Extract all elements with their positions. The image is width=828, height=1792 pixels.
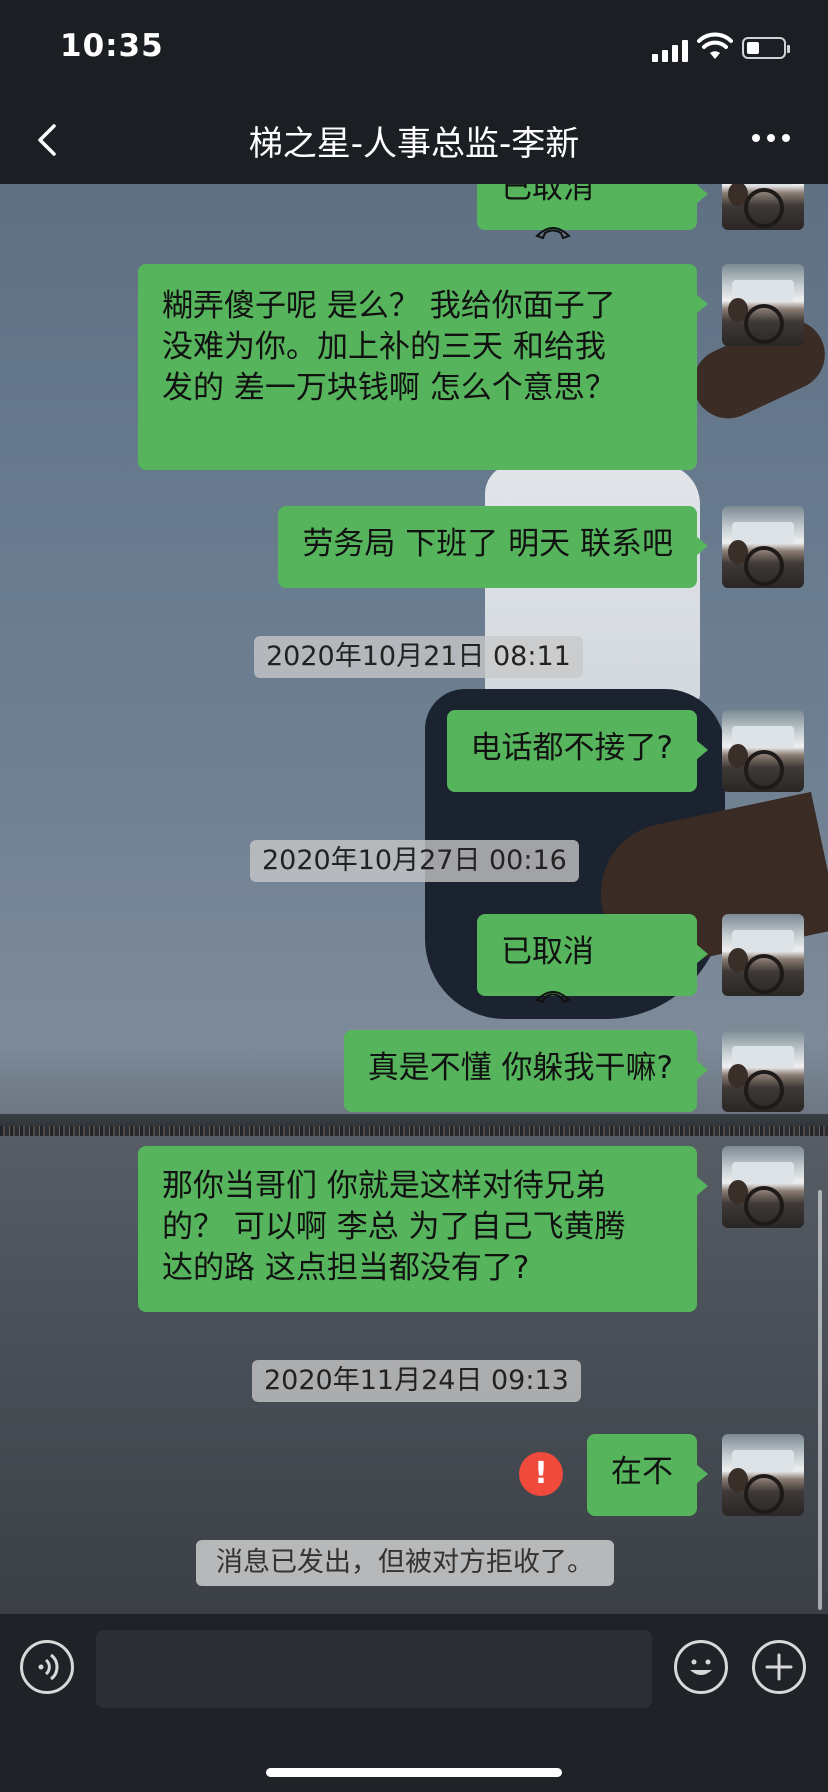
message-bubble[interactable]: 真是不懂 你躲我干嘛? — [343, 1030, 709, 1112]
avatar[interactable] — [722, 506, 804, 588]
system-notice: 消息已发出，但被对方拒收了。 — [196, 1540, 614, 1586]
message-bubble[interactable]: 那你当哥们 你就是这样对待兄弟 的？ 可以啊 李总 为了自己飞黄腾 达的路 这点… — [138, 1146, 708, 1312]
message-bubble-call[interactable]: 已取消 — [477, 914, 708, 1003]
message-line: 没难为你。加上补的三天 和给我 — [162, 329, 606, 365]
message-text: 已取消 — [501, 184, 594, 206]
message-bubble[interactable]: 电话都不接了? — [446, 710, 709, 792]
avatar[interactable] — [722, 264, 804, 346]
voice-icon[interactable] — [20, 1640, 74, 1694]
timestamp: 2020年11月24日 09:13 — [252, 1360, 581, 1402]
emoji-icon[interactable] — [674, 1640, 728, 1694]
send-failed-icon[interactable]: ! — [519, 1452, 563, 1496]
status-bar: 10:35 — [0, 0, 828, 96]
plus-icon[interactable] — [752, 1640, 806, 1694]
battery-level — [747, 42, 759, 54]
status-time: 10:35 — [60, 28, 164, 64]
timestamp: 2020年10月27日 00:16 — [250, 840, 579, 882]
message-text: 劳务局 下班了 明天 联系吧 — [302, 526, 673, 562]
chat-title: 梯之星-人事总监-李新 — [248, 124, 580, 164]
message-bubble[interactable]: 糊弄傻子呢 是么？ 我给你面子了 没难为你。加上补的三天 和给我 发的 差一万块… — [138, 264, 708, 470]
avatar[interactable] — [722, 1146, 804, 1228]
message-line: 发的 差一万块钱啊 怎么个意思？ — [162, 370, 616, 406]
voice-wave-glyph — [38, 1653, 59, 1681]
message-bubble[interactable]: 在不 — [587, 1434, 708, 1516]
battery-icon — [742, 37, 790, 59]
input-bar — [0, 1614, 828, 1792]
home-indicator[interactable] — [266, 1768, 562, 1777]
message-list[interactable]: 已取消 糊弄傻子呢 是么？ 我给你面子了 没难为你。加上补的三天 和给我 发的 … — [0, 184, 828, 1614]
message-text: 已取消 — [501, 934, 594, 970]
message-line: 的？ 可以啊 李总 为了自己飞黄腾 — [162, 1209, 626, 1245]
message-line: 那你当哥们 你就是这样对待兄弟 — [162, 1168, 606, 1204]
message-line: 糊弄傻子呢 是么？ 我给你面子了 — [162, 288, 616, 324]
scrollbar[interactable] — [818, 1190, 822, 1610]
message-text: 真是不懂 你躲我干嘛? — [367, 1050, 673, 1086]
plus-glyph — [765, 1653, 793, 1681]
avatar[interactable] — [722, 184, 804, 230]
avatar[interactable] — [722, 710, 804, 792]
wifi-icon — [697, 32, 733, 59]
cellular-signal-icon — [652, 38, 692, 62]
message-text: 电话都不接了? — [470, 730, 673, 766]
avatar[interactable] — [722, 1030, 804, 1112]
message-bubble[interactable]: 劳务局 下班了 明天 联系吧 — [278, 506, 708, 588]
message-line: 达的路 这点担当都没有了? — [162, 1250, 530, 1286]
avatar[interactable] — [722, 914, 804, 996]
phone-hangup-icon — [535, 990, 571, 1003]
more-options-icon[interactable] — [752, 134, 792, 146]
chat-header: 梯之星-人事总监-李新 — [0, 96, 828, 184]
message-text: 在不 — [611, 1454, 673, 1490]
avatar[interactable] — [722, 1434, 804, 1516]
timestamp: 2020年10月21日 08:11 — [254, 636, 583, 678]
message-input[interactable] — [96, 1630, 652, 1708]
message-bubble-call[interactable]: 已取消 — [477, 184, 708, 239]
phone-hangup-icon — [535, 226, 571, 239]
smiley-glyph — [690, 1659, 712, 1675]
